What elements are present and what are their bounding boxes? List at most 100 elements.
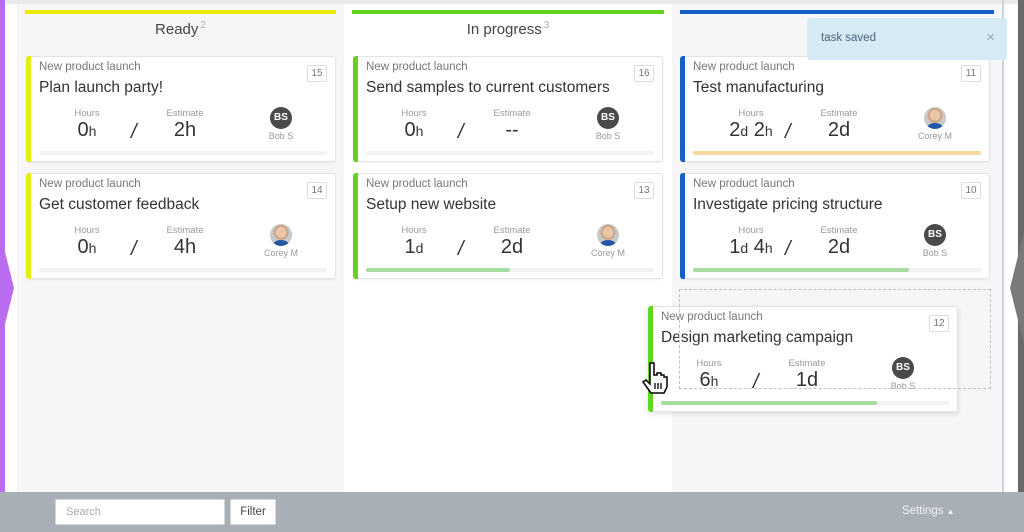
card-project: New product launch xyxy=(366,178,468,190)
avatar-initials: BS xyxy=(601,112,615,123)
card-project: New product launch xyxy=(39,61,141,73)
estimate-label: Estimate xyxy=(820,225,858,236)
progress-bar xyxy=(366,268,654,272)
card-number: 14 xyxy=(307,182,327,199)
caret-up-icon: ▲ xyxy=(946,507,955,516)
progress-bar xyxy=(693,151,981,155)
hours-unit: d xyxy=(740,240,749,256)
hours-value: 0h xyxy=(47,236,127,259)
avatar[interactable]: BS xyxy=(270,107,292,129)
avatar[interactable] xyxy=(270,224,292,246)
assignee-name: Corey M xyxy=(917,131,952,141)
task-card[interactable]: New product launch Investigate pricing s… xyxy=(680,173,990,279)
close-icon[interactable]: × xyxy=(986,29,995,46)
task-card[interactable]: New product launch Setup new website 13 … xyxy=(353,173,663,279)
card-title: Investigate pricing structure xyxy=(693,196,883,213)
estimate-value: 4h xyxy=(173,236,197,258)
column-title: In progress 3 xyxy=(344,20,672,38)
hours-main: 2 xyxy=(729,119,741,141)
next-arrow-icon[interactable] xyxy=(1010,232,1024,344)
estimate-value: 2d xyxy=(827,119,851,141)
progress-fill xyxy=(661,401,877,405)
hours-main: 1 xyxy=(729,236,741,258)
hours-value: 2d 2h xyxy=(711,119,791,142)
card-project: New product launch xyxy=(693,61,795,73)
card-title: Setup new website xyxy=(366,196,497,213)
card-number: 16 xyxy=(634,65,654,82)
hand-cursor-icon xyxy=(641,362,668,394)
avatar[interactable] xyxy=(597,224,619,246)
hours-label: Hours xyxy=(74,108,100,119)
estimate-label: Estimate xyxy=(493,225,531,236)
task-card[interactable]: New product launch Test manufacturing 11… xyxy=(680,56,990,162)
column-count: 2 xyxy=(200,20,206,31)
column-title-text: Ready xyxy=(155,21,199,38)
assignee-name: Bob S xyxy=(595,131,621,141)
progress-bar xyxy=(39,268,327,272)
hours-unit: h xyxy=(415,123,424,139)
card-title: Plan launch party! xyxy=(39,79,164,96)
card-number: 10 xyxy=(961,182,981,199)
assignee-name: Bob S xyxy=(922,248,948,258)
assignee-name: Bob S xyxy=(268,131,294,141)
column-count: 3 xyxy=(543,20,550,31)
footer-bar: Filter Settings▲ xyxy=(0,492,1024,532)
estimate-value: 2d xyxy=(827,236,851,258)
card-color-stripe xyxy=(353,56,358,162)
task-card[interactable]: New product launch Plan launch party! 15… xyxy=(26,56,336,162)
settings-menu[interactable]: Settings ▲ xyxy=(902,505,954,517)
column-color-bar xyxy=(680,10,994,14)
estimate-value: -- xyxy=(505,119,519,141)
hours-main: 0 xyxy=(404,119,416,141)
filter-button[interactable]: Filter xyxy=(230,499,276,525)
progress-fill xyxy=(693,268,909,272)
column-divider xyxy=(1002,0,1004,492)
avatar-initials: BS xyxy=(274,112,288,123)
kanban-board: Ready 2 In progress 3 New product launch P… xyxy=(0,0,1024,532)
column-title: Ready 2 xyxy=(17,20,344,38)
card-color-stripe xyxy=(680,173,685,279)
hours-main: 0 xyxy=(77,236,89,258)
progress-bar xyxy=(39,151,327,155)
card-color-stripe xyxy=(680,56,685,162)
previous-arrow-icon[interactable] xyxy=(0,232,14,344)
card-color-stripe xyxy=(648,306,653,412)
settings-label: Settings xyxy=(902,505,944,517)
progress-bar xyxy=(366,151,654,155)
avatar[interactable]: BS xyxy=(597,107,619,129)
hours-main-2: 4 xyxy=(753,236,765,258)
column-color-bar xyxy=(352,10,664,14)
hours-unit-2: h xyxy=(764,123,773,139)
estimate-label: Estimate xyxy=(166,225,204,236)
hours-value: 0h xyxy=(47,119,127,142)
estimate-label: Estimate xyxy=(820,108,858,119)
toast-notification: task saved × xyxy=(807,18,1007,60)
card-project: New product launch xyxy=(693,178,795,190)
task-card[interactable]: New product launch Send samples to curre… xyxy=(353,56,663,162)
hours-unit-2: h xyxy=(764,240,773,256)
hours-unit: d xyxy=(740,123,749,139)
progress-bar xyxy=(693,268,981,272)
estimate-value: 2d xyxy=(500,236,524,258)
progress-bar xyxy=(661,401,949,405)
card-project: New product launch xyxy=(366,61,468,73)
separator-slash: / xyxy=(458,121,464,143)
estimate-label: Estimate xyxy=(493,108,531,119)
card-title: Get customer feedback xyxy=(39,196,200,213)
hours-unit: d xyxy=(415,240,424,256)
card-number: 13 xyxy=(634,182,654,199)
separator-slash: / xyxy=(458,238,464,260)
toast-message: task saved xyxy=(821,32,876,44)
hours-label: Hours xyxy=(401,225,427,236)
estimate-value: 2h xyxy=(173,119,197,141)
separator-slash: / xyxy=(785,121,791,143)
search-input[interactable] xyxy=(55,499,225,525)
progress-fill xyxy=(693,151,981,155)
avatar[interactable]: BS xyxy=(924,224,946,246)
avatar[interactable] xyxy=(924,107,946,129)
hours-main: 0 xyxy=(77,119,89,141)
task-card[interactable]: New product launch Get customer feedback… xyxy=(26,173,336,279)
hours-label: Hours xyxy=(401,108,427,119)
assignee-name: Corey M xyxy=(263,248,298,258)
hours-unit: h xyxy=(88,240,97,256)
